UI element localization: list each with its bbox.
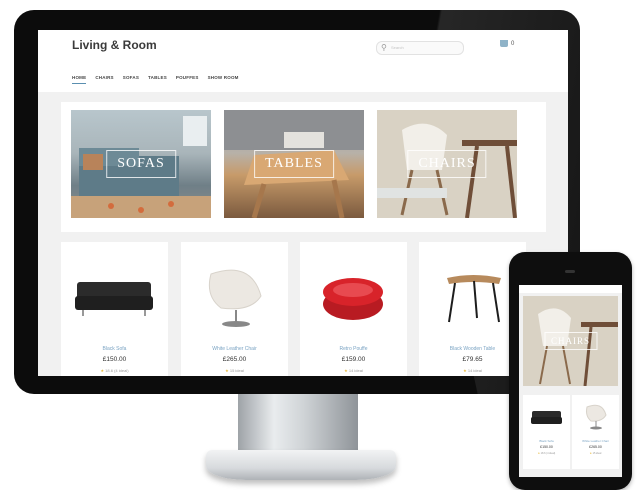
white-chair-image [208,269,262,327]
black-sofa-image [531,411,562,424]
cart-count: 0 [511,41,515,48]
product-rating: ★ 15 ideal [572,452,619,455]
star-icon: ★ [100,368,105,373]
cart-button[interactable]: 0 [500,40,514,47]
rating-text: 18.6 (4 ideal) [540,452,556,455]
product-name[interactable]: Black Sofa [61,346,168,352]
nav-chairs[interactable]: CHAIRS [95,75,113,84]
nav-tables[interactable]: TABLES [148,75,167,84]
rating-text: 14 ideal [348,368,363,373]
mobile-phone: CHAIRS Black Sofa £150.00 ★ 18.6 (4 idea… [509,252,632,490]
desktop-screen: Living & Room ⚲ Search 0 HOME CHAIRS SOF… [38,30,568,376]
search-icon: ⚲ [381,43,387,52]
star-icon: ★ [463,368,467,373]
site-header: Living & Room ⚲ Search 0 HOME CHAIRS SOF… [38,30,568,92]
product-card[interactable]: Retro Pouffe £159.00 ★ 14 ideal [300,242,407,376]
category-banners: SOFAS TABLES CHAIRS [61,102,546,232]
banner-label: SOFAS [106,150,176,178]
nav-home[interactable]: HOME [72,75,87,84]
mobile-header [519,285,622,293]
mobile-product-card[interactable]: Black Sofa £150.00 ★ 18.6 (4 ideal) [523,395,570,469]
banner-tables[interactable]: TABLES [224,110,364,218]
search-input[interactable]: ⚲ Search [376,41,464,55]
basket-icon [500,40,508,47]
product-price: £159.00 [341,356,366,363]
product-price: £265.00 [222,356,247,363]
monitor-stand-base [206,450,396,480]
star-icon: ★ [344,368,348,373]
monitor-stand-neck [238,392,358,456]
nav-show-room[interactable]: SHOW ROOM [208,75,239,84]
product-card[interactable]: White Leather Chair £265.00 ★ 15 ideal [181,242,288,376]
star-icon: ★ [225,368,229,373]
product-rating: ★ 14 ideal [300,368,407,373]
product-rating: ★ 18.6 (4 ideal) [61,368,168,373]
mobile-banner-chairs[interactable]: CHAIRS [523,296,618,386]
search-placeholder: Search [391,45,404,50]
product-rating: ★ 15 ideal [181,368,288,373]
product-name[interactable]: Black Sofa [523,439,570,443]
product-rating: ★ 18.6 (4 ideal) [523,452,570,455]
star-icon: ★ [589,452,592,455]
nav-pouffes[interactable]: POUFFES [176,75,199,84]
product-price: £265.00 [589,445,602,449]
product-price: £150.00 [102,356,127,363]
main-nav: HOME CHAIRS SOFAS TABLES POUFFES SHOW RO… [72,75,239,84]
banner-sofas[interactable]: SOFAS [71,110,211,218]
product-price: £150.00 [540,445,553,449]
white-chair-image [586,404,607,430]
phone-speaker [565,270,575,273]
banner-label: CHAIRS [407,150,487,178]
site-logo[interactable]: Living & Room [72,38,157,52]
rating-text: 18.6 (4 ideal) [105,368,129,373]
product-name[interactable]: Retro Pouffe [300,346,407,352]
product-card[interactable]: Black Sofa £150.00 ★ 18.6 (4 ideal) [61,242,168,376]
mobile-product-card[interactable]: White Leather Chair £265.00 ★ 15 ideal [572,395,619,469]
banner-label: TABLES [254,150,334,178]
banner-label: CHAIRS [543,332,598,350]
rating-text: 15 ideal [592,452,602,455]
mobile-screen: CHAIRS Black Sofa £150.00 ★ 18.6 (4 idea… [519,285,622,477]
rating-text: 14 ideal [467,368,482,373]
black-sofa-image [75,282,153,316]
product-name[interactable]: White Leather Chair [572,439,619,443]
product-name[interactable]: White Leather Chair [181,346,288,352]
nav-sofas[interactable]: SOFAS [123,75,139,84]
star-icon: ★ [537,452,540,455]
banner-chairs[interactable]: CHAIRS [377,110,517,218]
rating-text: 15 ideal [229,368,244,373]
red-pouffe-image [323,278,383,320]
